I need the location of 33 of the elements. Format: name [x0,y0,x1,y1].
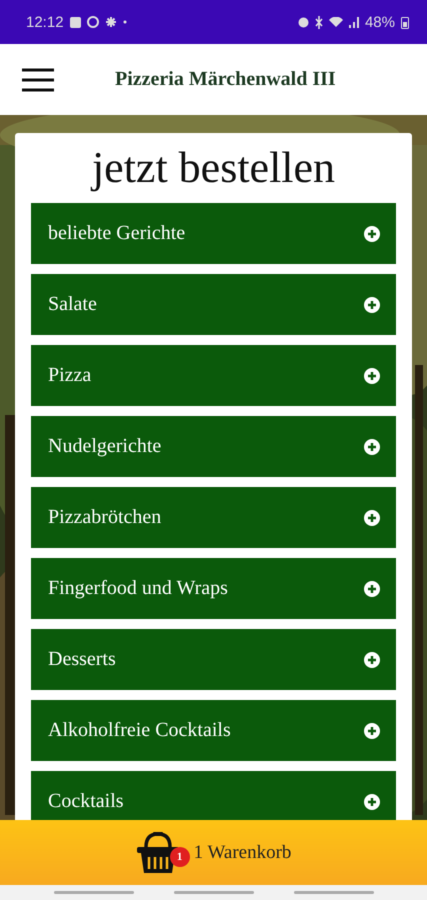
category-button[interactable]: Desserts [31,629,396,690]
asterisk-icon [104,16,117,28]
plus-circle-icon [364,368,380,384]
category-button[interactable]: Alkoholfreie Cocktails [31,700,396,761]
category-button[interactable]: Cocktails [31,771,396,820]
category-button[interactable]: Fingerfood und Wraps [31,558,396,619]
order-heading: jetzt bestellen [90,142,336,194]
category-button[interactable]: beliebte Gerichte [31,203,396,264]
status-time: 12:12 [26,14,64,30]
cart-button[interactable]: 1 1 Warenkorb [0,820,427,885]
plus-circle-icon [364,226,380,242]
menu-icon[interactable] [21,66,55,92]
category-button[interactable]: Salate [31,274,396,335]
restaurant-title: Pizzeria Märchenwald III [115,68,336,91]
plus-circle-icon [364,794,380,810]
plus-circle-icon [364,722,380,738]
plus-circle-icon [364,652,380,668]
plus-circle-icon [364,510,380,526]
plus-circle-icon [364,438,380,454]
category-button[interactable]: Nudelgerichte [31,416,396,477]
nav-handle[interactable] [174,891,254,894]
signal-icon [348,16,359,28]
nav-handle[interactable] [54,891,134,894]
nav-handle[interactable] [294,891,374,894]
category-button[interactable]: Pizza [31,345,396,406]
dot-icon [122,20,127,24]
battery-level: 48% [364,14,395,30]
bluetooth-icon [314,16,323,28]
battery-icon [401,16,409,28]
wifi-icon [328,17,343,27]
category-button[interactable]: Pizzabrötchen [31,487,396,548]
plus-circle-icon [364,296,380,312]
plus-circle-icon [364,580,380,596]
